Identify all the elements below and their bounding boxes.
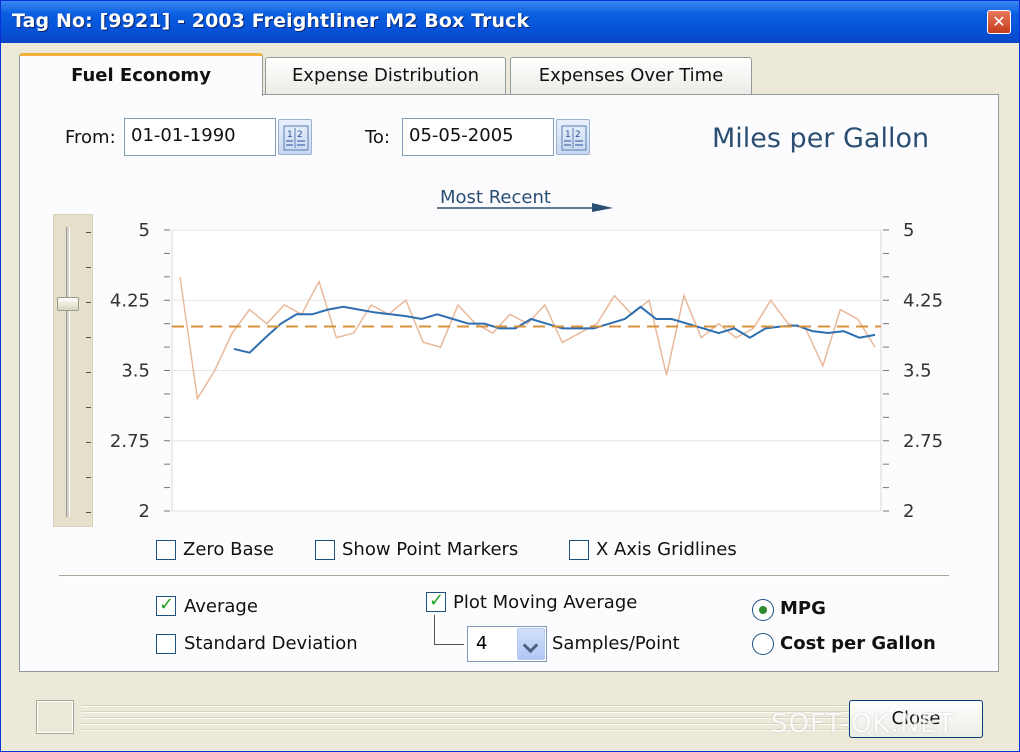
fuel-economy-window: Tag No: [9921] - 2003 Freightliner M2 Bo… <box>0 0 1020 752</box>
slider-tick <box>86 267 91 268</box>
zero-base-checkbox[interactable] <box>156 540 176 560</box>
slider-thumb[interactable] <box>57 297 79 311</box>
to-label: To: <box>365 127 391 148</box>
mpg-label: MPG <box>780 598 826 619</box>
plot-moving-average-label: Plot Moving Average <box>453 592 638 613</box>
tab-expense-distribution[interactable]: Expense Distribution <box>265 57 506 95</box>
cost-per-gallon-radio[interactable] <box>752 633 774 655</box>
slider-tick <box>86 337 91 338</box>
y-tick-label-right: 2.75 <box>903 431 943 452</box>
svg-text:1: 1 <box>565 130 571 140</box>
y-tick-label-left: 2 <box>139 501 150 522</box>
moving-average-connector <box>434 615 464 645</box>
chevron-down-icon[interactable] <box>517 628 545 660</box>
window-close-icon[interactable]: ✕ <box>987 10 1011 34</box>
to-date-field[interactable]: 05-05-2005 <box>402 118 554 156</box>
x-axis-gridlines-checkbox[interactable] <box>569 540 589 560</box>
samples-per-point-label: Samples/Point <box>552 633 680 654</box>
y-tick-label-right: 3.5 <box>903 361 932 382</box>
zero-base-label: Zero Base <box>183 539 274 560</box>
show-point-markers-checkbox[interactable] <box>315 540 335 560</box>
slider-tick <box>86 232 91 233</box>
standard-deviation-label: Standard Deviation <box>184 633 358 654</box>
slider-tick <box>86 302 91 303</box>
from-label: From: <box>65 127 116 148</box>
tab-strip: Fuel Economy Expense Distribution Expens… <box>19 53 999 96</box>
from-calendar-icon[interactable]: 1 2 <box>278 119 312 155</box>
y-tick-label-left: 2.75 <box>110 431 150 452</box>
mpg-radio[interactable] <box>752 599 774 621</box>
cost-per-gallon-label: Cost per Gallon <box>780 633 936 654</box>
slider-tick <box>86 512 91 513</box>
footer-grip-lines <box>81 701 851 733</box>
from-date-field[interactable]: 01-01-1990 <box>124 118 276 156</box>
slider-tick <box>86 407 91 408</box>
chart-metric-title: Miles per Gallon <box>712 123 930 154</box>
title-bar[interactable]: Tag No: [9921] - 2003 Freightliner M2 Bo… <box>1 1 1019 43</box>
tab-expenses-over-time[interactable]: Expenses Over Time <box>510 57 752 95</box>
slider-tick <box>86 477 91 478</box>
watermark: SOFT-OK.NET <box>771 709 955 739</box>
svg-text:1: 1 <box>287 130 293 140</box>
grip-icon <box>36 700 74 734</box>
plot-moving-average-checkbox[interactable] <box>426 590 446 612</box>
average-checkbox[interactable] <box>156 594 176 616</box>
show-point-markers-label: Show Point Markers <box>342 539 519 560</box>
x-axis-gridlines-label: X Axis Gridlines <box>596 539 737 560</box>
options-divider <box>59 575 949 577</box>
standard-deviation-checkbox[interactable] <box>156 634 176 654</box>
y-tick-label-left: 3.5 <box>121 361 150 382</box>
slider-track[interactable] <box>66 227 70 517</box>
y-tick-label-right: 4.25 <box>903 290 943 311</box>
fuel-economy-chart: 5 5 4.25 4.25 3.5 3.5 2.75 2.75 2 2 <box>110 220 943 522</box>
average-label: Average <box>184 596 258 617</box>
svg-text:2: 2 <box>297 130 303 140</box>
window-title: Tag No: [9921] - 2003 Freightliner M2 Bo… <box>12 10 530 32</box>
tab-fuel-economy[interactable]: Fuel Economy <box>19 53 263 96</box>
to-calendar-icon[interactable]: 1 2 <box>556 119 590 155</box>
samples-per-point-select[interactable]: 4 <box>467 626 547 662</box>
y-tick-label-left: 4.25 <box>110 290 150 311</box>
svg-text:2: 2 <box>575 130 581 140</box>
samples-per-point-value: 4 <box>476 633 488 654</box>
zoom-slider[interactable] <box>53 214 93 527</box>
slider-tick <box>86 442 91 443</box>
y-tick-label-left: 5 <box>139 220 150 241</box>
y-tick-label-right: 5 <box>903 220 914 241</box>
slider-tick <box>86 372 91 373</box>
y-tick-label-right: 2 <box>903 501 914 522</box>
most-recent-arrow-icon <box>437 203 613 212</box>
